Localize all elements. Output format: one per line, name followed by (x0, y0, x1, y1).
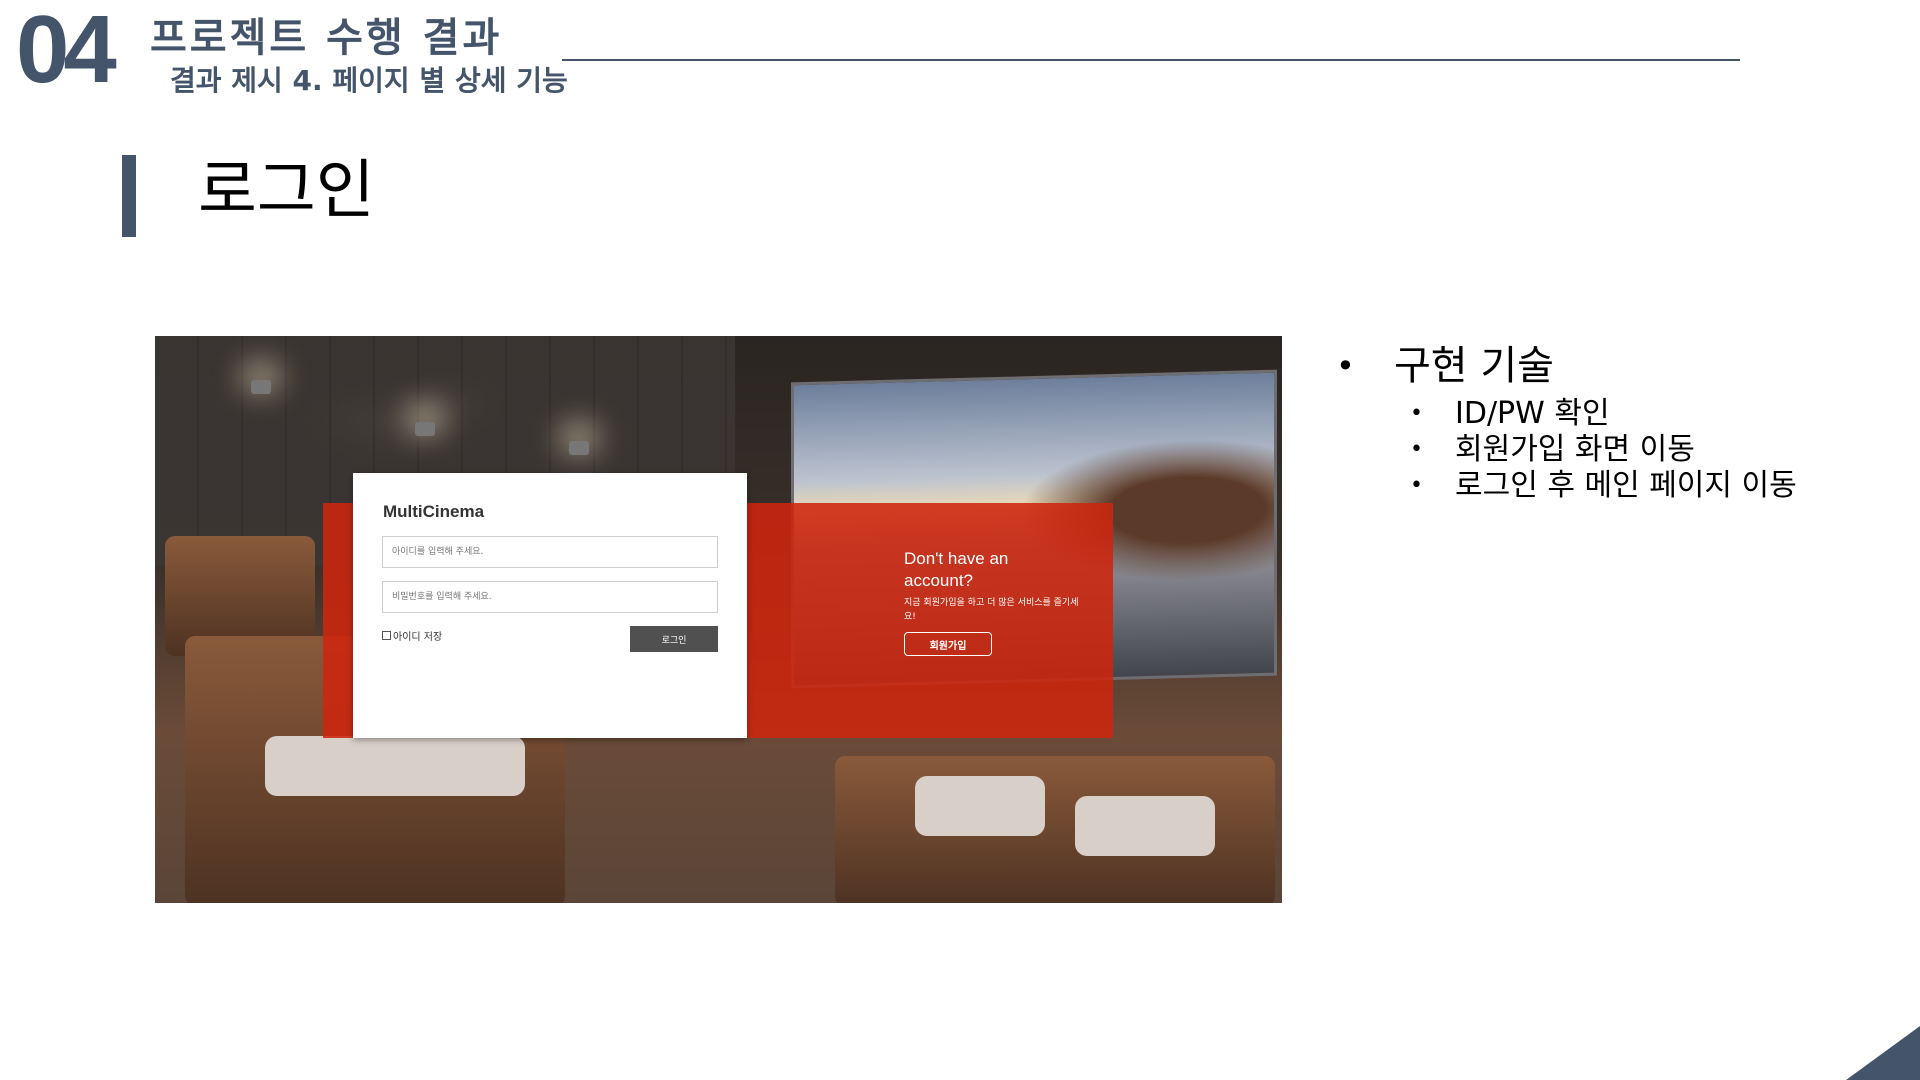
seat-cushion (1075, 796, 1215, 856)
section-subtitle: 결과 제시 4. 페이지 별 상세 기능 (170, 64, 568, 97)
feature-list: 구현 기술 ID/PW 확인 회원가입 화면 이동 로그인 후 메인 페이지 이… (1330, 338, 1797, 504)
login-button[interactable]: 로그인 (630, 626, 718, 652)
save-id-option[interactable]: 아이디 저장 (382, 628, 442, 643)
login-page-screenshot: MultiCinema 아이디 저장 로그인 Don't have an acc… (155, 336, 1282, 903)
signup-description: 지금 회원가입을 하고 더 많은 서비스를 즐기세요! (904, 598, 1079, 622)
seat-cushion (265, 736, 525, 796)
sub-bullet-list: ID/PW 확인 회원가입 화면 이동 로그인 후 메인 페이지 이동 (1330, 396, 1797, 504)
page-title: 로그인 (198, 154, 375, 228)
main-bullet: 구현 기술 (1330, 338, 1797, 394)
sub-bullet-item: 로그인 후 메인 페이지 이동 (1330, 468, 1797, 504)
signup-button[interactable]: 회원가입 (904, 632, 992, 656)
wall-lamp (251, 380, 271, 394)
header-rule (562, 59, 1740, 61)
login-box: MultiCinema 아이디 저장 로그인 (353, 473, 747, 738)
sub-bullet-item: 회원가입 화면 이동 (1330, 432, 1797, 468)
brand-logo: MultiCinema (383, 502, 485, 521)
section-title: 프로젝트 수행 결과 (150, 15, 503, 61)
section-number: 04 (16, 0, 117, 103)
sub-bullet-item: ID/PW 확인 (1330, 396, 1797, 432)
save-id-label: 아이디 저장 (393, 632, 443, 643)
corner-accent (1846, 1026, 1920, 1080)
wall-lamp (569, 441, 589, 455)
signup-heading: Don't have an account? (904, 549, 1009, 590)
id-input[interactable] (382, 536, 718, 568)
password-input[interactable] (382, 581, 718, 613)
wall-lamp (415, 422, 435, 436)
save-id-checkbox[interactable] (382, 631, 391, 640)
title-accent-bar (122, 155, 136, 237)
signup-area: Don't have an account? 지금 회원가입을 하고 더 많은 … (904, 548, 1079, 656)
seat-cushion (915, 776, 1045, 836)
